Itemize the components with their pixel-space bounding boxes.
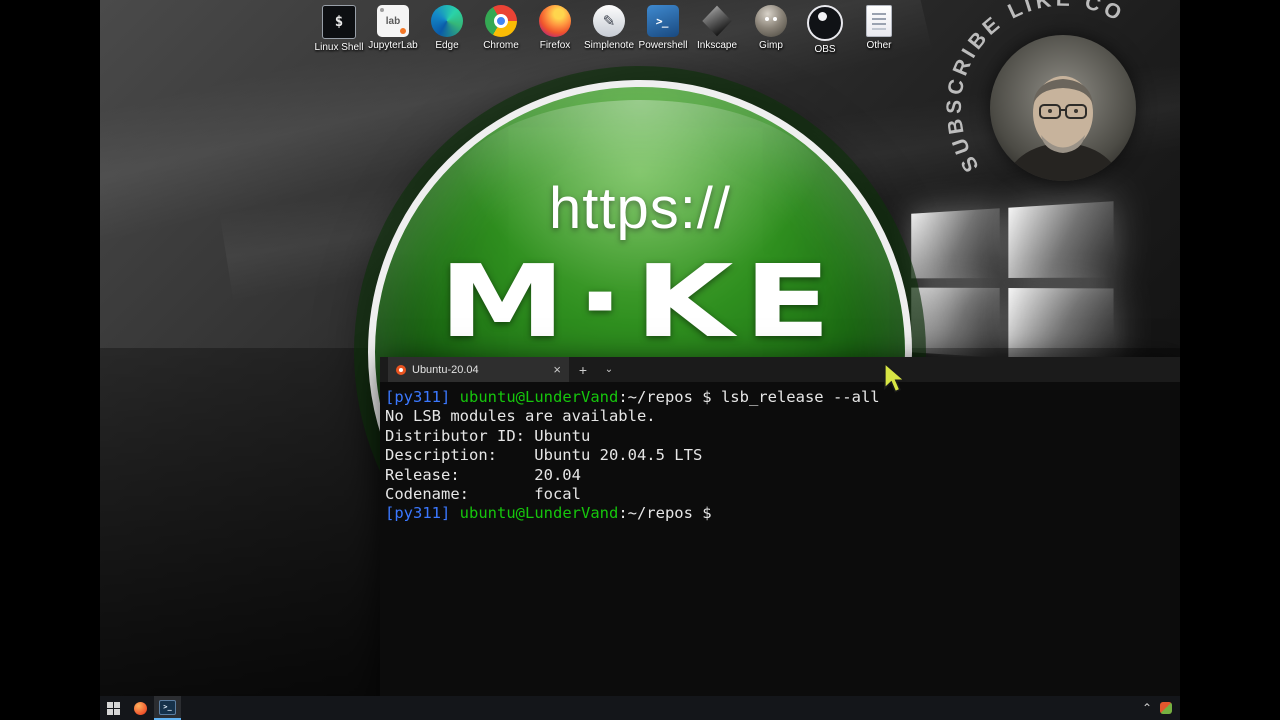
desktop-icon-row: $ Linux Shell lab JupyterLab Edge Chrome Firef…	[312, 5, 906, 55]
screen: https:// M·KE $ Linux Shell lab JupyterLab E…	[0, 0, 1280, 720]
terminal-window: Ubuntu-20.04 × + ⌄ [py311] ubuntu@Lunder…	[380, 357, 1180, 697]
logo-https-text: https://	[548, 176, 732, 241]
terminal-tab-bar: Ubuntu-20.04 × + ⌄	[380, 357, 1180, 382]
jupyterlab-icon: lab	[377, 5, 409, 37]
desktop-icon-edge[interactable]: Edge	[420, 5, 474, 55]
desktop-icon-label: Edge	[435, 40, 459, 51]
tab-dropdown-chevron-icon[interactable]: ⌄	[597, 357, 621, 382]
browser-icon	[134, 701, 147, 715]
webcam-video	[990, 35, 1136, 181]
gimp-icon	[755, 5, 787, 37]
inkscape-icon	[702, 5, 732, 37]
simplenote-icon: ✎	[593, 5, 625, 37]
terminal-line: Release: 20.04	[385, 465, 581, 484]
desktop-icon-obs[interactable]: OBS	[798, 5, 852, 55]
desktop-icon-jupyterlab[interactable]: lab JupyterLab	[366, 5, 420, 55]
desktop-icon-simplenote[interactable]: ✎ Simplenote	[582, 5, 636, 55]
edge-icon	[431, 5, 463, 37]
tab-close-icon[interactable]: ×	[553, 363, 561, 376]
desktop-icon-label: Firefox	[539, 40, 571, 51]
terminal-line: [py311] ubuntu@LunderVand:~/repos $	[385, 504, 721, 523]
terminal-output[interactable]: [py311] ubuntu@LunderVand:~/repos $ lsb_…	[380, 382, 1180, 524]
firefox-icon	[539, 5, 571, 37]
desktop-icon-powershell[interactable]: >_ Powershell	[636, 5, 690, 55]
ubuntu-tab-icon	[396, 364, 406, 375]
desktop: https:// M·KE $ Linux Shell lab JupyterLab E…	[100, 0, 1180, 720]
taskbar: >_ ⌃	[100, 696, 1180, 720]
other-icon	[866, 5, 892, 37]
desktop-icon-label: Gimp	[759, 40, 783, 51]
desktop-icon-linux-shell[interactable]: $ Linux Shell	[312, 5, 366, 55]
terminal-tab-ubuntu[interactable]: Ubuntu-20.04 ×	[388, 357, 569, 382]
terminal-line: Description: Ubuntu 20.04.5 LTS	[385, 446, 703, 465]
desktop-icon-label: OBS	[814, 44, 836, 55]
desktop-icon-label: Other	[866, 40, 892, 51]
terminal-tab-title: Ubuntu-20.04	[412, 363, 479, 376]
terminal-line: Codename: focal	[385, 485, 581, 504]
taskbar-app-browser[interactable]	[127, 696, 154, 720]
webcam-overlay	[990, 35, 1136, 181]
desktop-icon-label: Chrome	[483, 40, 519, 51]
desktop-icon-label: Linux Shell	[314, 42, 364, 53]
desktop-icon-label: Simplenote	[583, 40, 635, 51]
desktop-icon-inkscape[interactable]: Inkscape	[690, 5, 744, 55]
obs-icon	[807, 5, 843, 41]
desktop-icon-other[interactable]: Other	[852, 5, 906, 55]
chrome-icon	[485, 5, 517, 37]
start-button[interactable]	[100, 696, 127, 720]
desktop-icon-label: Powershell	[638, 40, 688, 51]
new-tab-button[interactable]: +	[569, 357, 597, 382]
terminal-icon: >_	[159, 699, 176, 715]
terminal-line: [py311] ubuntu@LunderVand:~/repos $ lsb_…	[385, 388, 880, 406]
logo-wordmark: M·KE	[438, 244, 842, 361]
system-tray: ⌃	[1138, 701, 1180, 715]
terminal-line: No LSB modules are available.	[385, 407, 656, 426]
terminal-line: Distributor ID: Ubuntu	[385, 426, 591, 445]
linux-shell-icon: $	[322, 5, 356, 39]
desktop-icon-label: JupyterLab	[368, 40, 418, 51]
tray-chevron-icon[interactable]: ⌃	[1138, 701, 1156, 715]
tray-app-icon[interactable]	[1160, 702, 1172, 714]
taskbar-app-terminal[interactable]: >_	[154, 696, 181, 720]
letterbox-right	[1180, 0, 1280, 720]
desktop-icon-firefox[interactable]: Firefox	[528, 5, 582, 55]
desktop-icon-label: Inkscape	[696, 40, 738, 51]
letterbox-left	[0, 0, 100, 720]
desktop-icon-chrome[interactable]: Chrome	[474, 5, 528, 55]
powershell-icon: >_	[647, 5, 679, 37]
desktop-icon-gimp[interactable]: Gimp	[744, 5, 798, 55]
windows-logo-icon	[107, 701, 120, 715]
